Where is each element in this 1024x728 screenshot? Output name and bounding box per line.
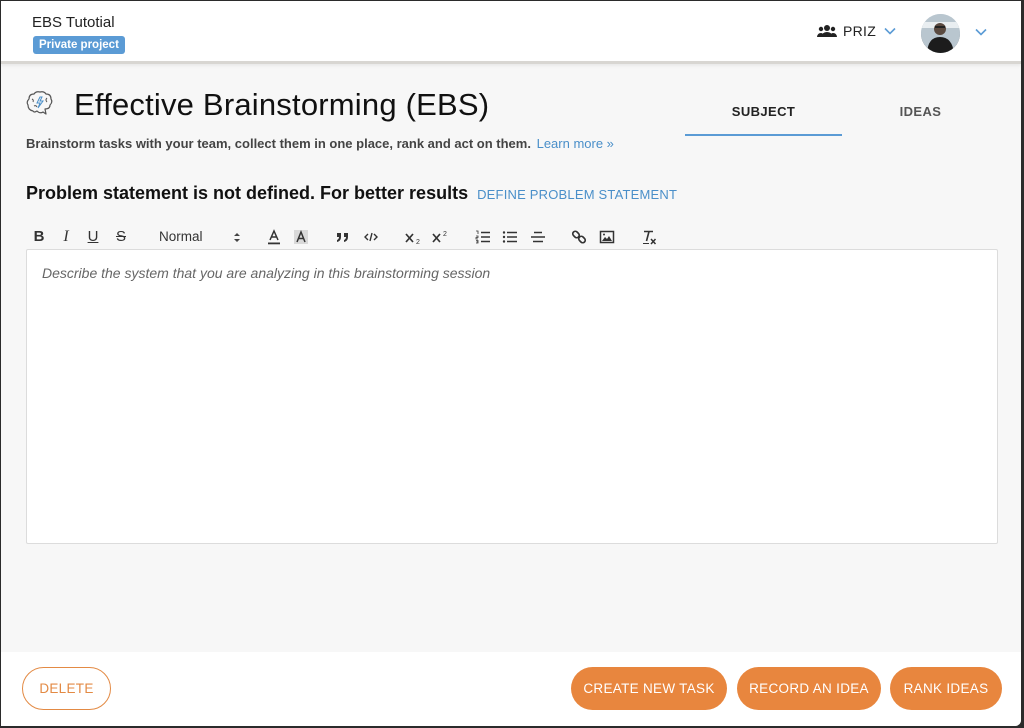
- subject-editor[interactable]: Describe the system that you are analyzi…: [26, 249, 998, 544]
- strikethrough-button[interactable]: S: [113, 227, 129, 247]
- clear-formatting-icon: [643, 230, 657, 245]
- link-icon: [571, 230, 587, 244]
- image-icon: [599, 230, 615, 244]
- image-button[interactable]: [599, 227, 615, 247]
- page-title: Effective Brainstorming (EBS): [74, 87, 490, 122]
- ordered-list-button[interactable]: [475, 227, 491, 247]
- brain-icon: [26, 91, 53, 115]
- bold-button[interactable]: B: [31, 227, 47, 247]
- project-title: EBS Tutotial: [32, 14, 115, 31]
- tabs: SUBJECT IDEAS: [685, 93, 999, 136]
- ordered-list-icon: [475, 230, 490, 244]
- top-header: EBS Tutotial Private project PRIZ: [1, 1, 1021, 64]
- align-center-icon: [531, 231, 545, 243]
- svg-text:2: 2: [416, 239, 420, 246]
- team-selector[interactable]: PRIZ: [817, 23, 896, 39]
- select-arrows-icon: [234, 233, 240, 242]
- avatar-chevron-down-icon[interactable]: [975, 28, 987, 36]
- background-color-button[interactable]: [293, 227, 309, 247]
- team-label: PRIZ: [843, 23, 877, 39]
- users-icon: [817, 25, 837, 37]
- bullet-list-button[interactable]: [502, 227, 518, 247]
- avatar-photo: [921, 14, 960, 53]
- align-button[interactable]: [530, 227, 546, 247]
- learn-more-link[interactable]: Learn more »: [537, 136, 614, 151]
- subtitle-text: Brainstorm tasks with your team, collect…: [26, 136, 531, 151]
- link-button[interactable]: [571, 227, 587, 247]
- underline-button[interactable]: U: [85, 227, 101, 247]
- delete-button[interactable]: DELETE: [22, 667, 111, 710]
- background-color-icon: [294, 229, 308, 244]
- chevron-down-icon: [884, 27, 896, 35]
- problem-statement-notice: Problem statement is not defined. For be…: [26, 183, 677, 204]
- private-project-badge: Private project: [33, 36, 125, 54]
- code-icon: [364, 232, 378, 242]
- font-color-icon: [268, 229, 280, 245]
- blockquote-icon: [337, 233, 348, 242]
- bullet-list-icon: [502, 231, 517, 243]
- tab-ideas[interactable]: IDEAS: [842, 93, 999, 136]
- superscript-button[interactable]: 2: [431, 227, 451, 247]
- problem-statement-text: Problem statement is not defined. For be…: [26, 183, 469, 203]
- footer-actions: DELETE CREATE NEW TASK RECORD AN IDEA RA…: [1, 652, 1021, 726]
- svg-text:2: 2: [443, 231, 447, 238]
- rank-ideas-button[interactable]: RANK IDEAS: [890, 667, 1002, 710]
- font-color-button[interactable]: [266, 227, 282, 247]
- subscript-icon: 2: [405, 233, 420, 246]
- define-problem-statement-link[interactable]: DEFINE PROBLEM STATEMENT: [477, 187, 677, 202]
- superscript-icon: 2: [432, 231, 447, 243]
- subscript-button[interactable]: 2: [404, 227, 424, 247]
- italic-button[interactable]: I: [58, 227, 74, 247]
- code-block-button[interactable]: [363, 227, 379, 247]
- create-new-task-button[interactable]: CREATE NEW TASK: [571, 667, 727, 710]
- heading-select[interactable]: Normal: [159, 227, 243, 247]
- heading-select-value: Normal: [159, 229, 203, 244]
- editor-toolbar: B I U S Normal 2 2: [27, 227, 727, 247]
- editor-placeholder: Describe the system that you are analyzi…: [42, 265, 491, 281]
- record-an-idea-button[interactable]: RECORD AN IDEA: [737, 667, 881, 710]
- clear-formatting-button[interactable]: [641, 227, 657, 247]
- app-window: EBS Tutotial Private project PRIZ Effect…: [1, 1, 1021, 726]
- user-avatar[interactable]: [921, 14, 960, 53]
- page-subtitle: Brainstorm tasks with your team, collect…: [26, 136, 614, 151]
- blockquote-button[interactable]: [335, 227, 351, 247]
- tab-subject[interactable]: SUBJECT: [685, 93, 842, 136]
